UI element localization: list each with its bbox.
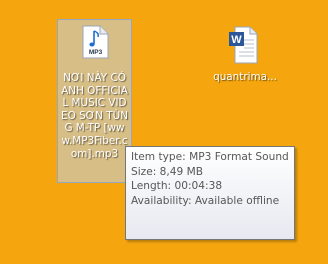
mp3-file-label: NƠI NÀY CÓ ANH OFFICIAL MUSIC VIDEO SƠN …: [61, 72, 128, 160]
tooltip-availability: Availability: Available offline: [131, 194, 280, 207]
file-info-tooltip: Item type: MP3 Format Sound Size: 8,49 M…: [125, 146, 295, 240]
mp3-badge-text: MP3: [89, 49, 103, 56]
word-document-icon[interactable]: W quantrima...: [209, 24, 281, 94]
word-file-icon: W: [229, 26, 258, 64]
word-badge-text: W: [231, 34, 242, 46]
word-file-label: quantrima...: [213, 71, 277, 83]
tooltip-length: Length: 00:04:38: [131, 180, 223, 192]
tooltip-item-type: Item type: MP3 Format Sound: [131, 151, 289, 163]
music-file-icon: MP3: [82, 25, 109, 59]
desktop[interactable]: MP3 NƠI NÀY CÓ ANH OFFICIAL MUSIC VIDEO …: [0, 0, 328, 264]
mp3-file-icon-selected[interactable]: MP3 NƠI NÀY CÓ ANH OFFICIAL MUSIC VIDEO …: [57, 19, 132, 183]
tooltip-size: Size: 8,49 MB: [131, 165, 204, 178]
